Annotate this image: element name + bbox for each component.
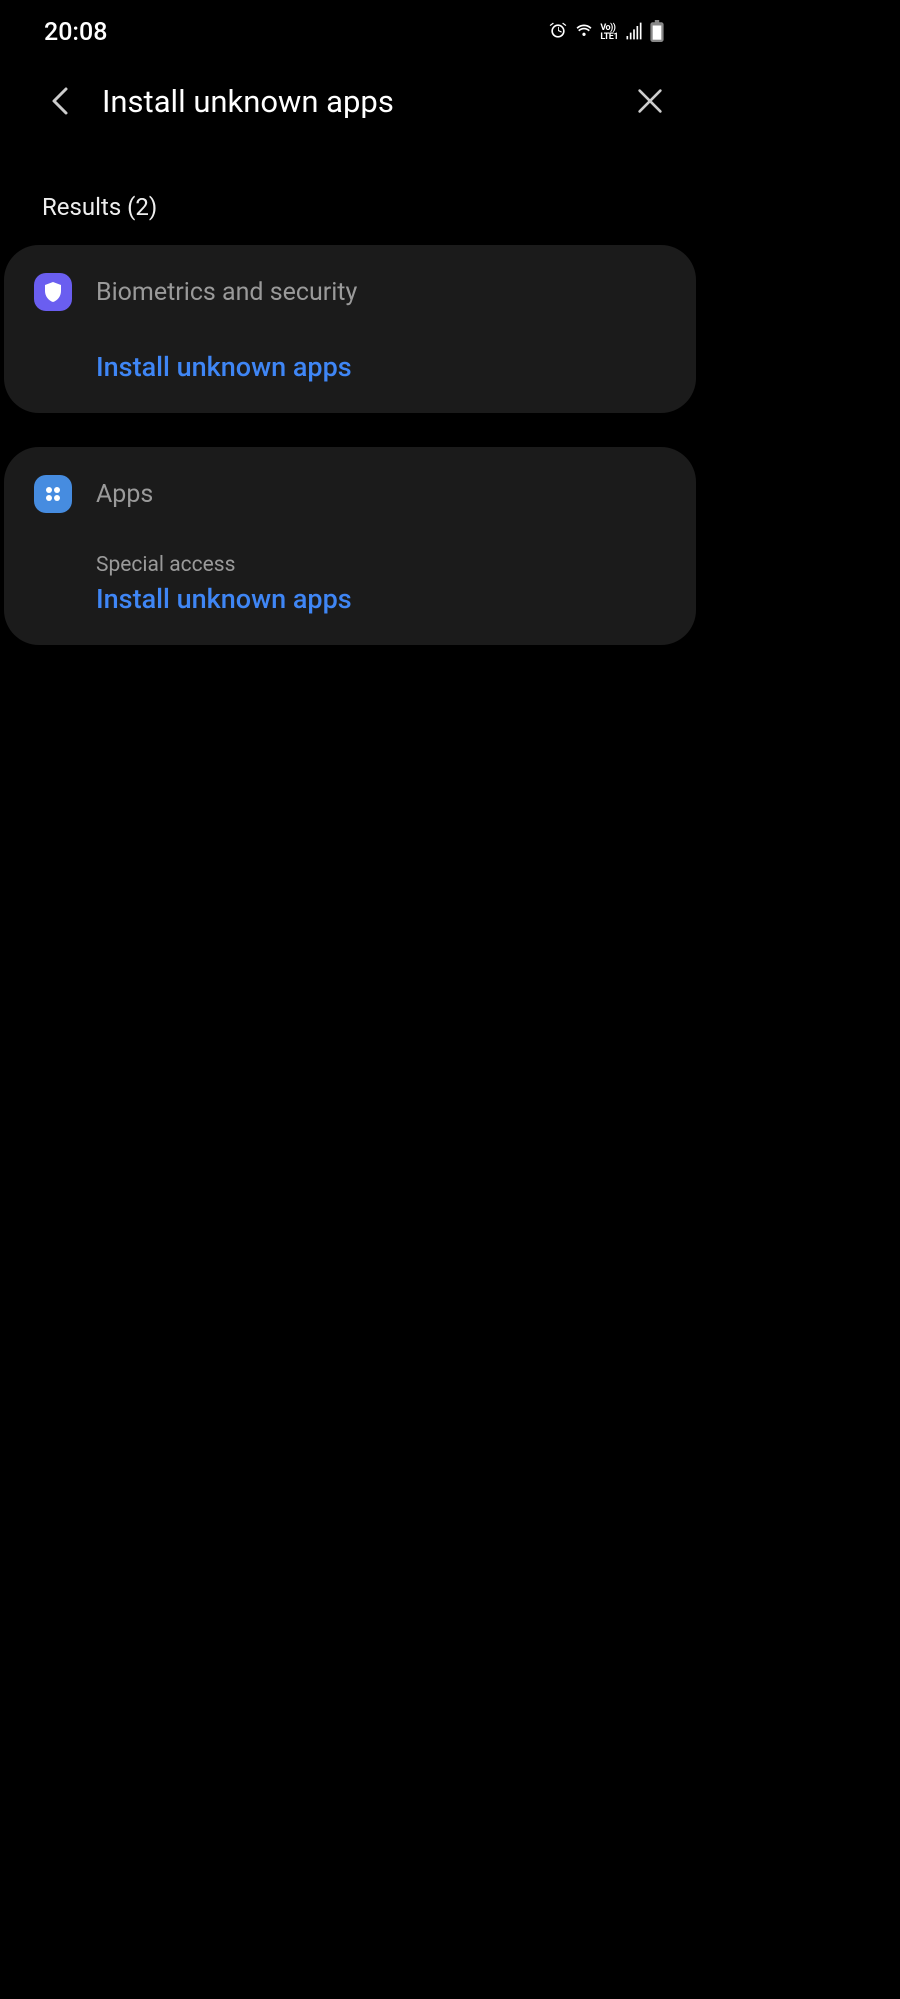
header: Install unknown apps [0,57,700,141]
result-card[interactable]: Biometrics and security Install unknown … [4,245,696,413]
wifi-icon [574,21,594,45]
result-card[interactable]: Apps Special access Install unknown apps [4,447,696,645]
alarm-icon [548,21,568,45]
signal-icon [624,21,644,45]
battery-icon [650,20,664,46]
apps-icon [34,475,72,513]
status-time: 20:08 [44,18,107,47]
close-button[interactable] [630,81,670,121]
result-category: Apps [96,480,153,509]
chevron-left-icon [51,86,69,116]
page-title: Install unknown apps [102,83,630,120]
status-icons: Vo))LTE1 [548,20,664,46]
back-button[interactable] [40,81,80,121]
result-category: Biometrics and security [96,278,357,307]
results-count: Results (2) [0,141,700,245]
close-icon [637,88,663,114]
result-subcategory: Special access [96,553,666,577]
shield-icon [34,273,72,311]
result-link[interactable]: Install unknown apps [96,583,666,615]
volte-icon: Vo))LTE1 [600,24,618,42]
status-bar: 20:08 Vo))LTE1 [0,0,700,57]
result-link[interactable]: Install unknown apps [96,351,666,383]
